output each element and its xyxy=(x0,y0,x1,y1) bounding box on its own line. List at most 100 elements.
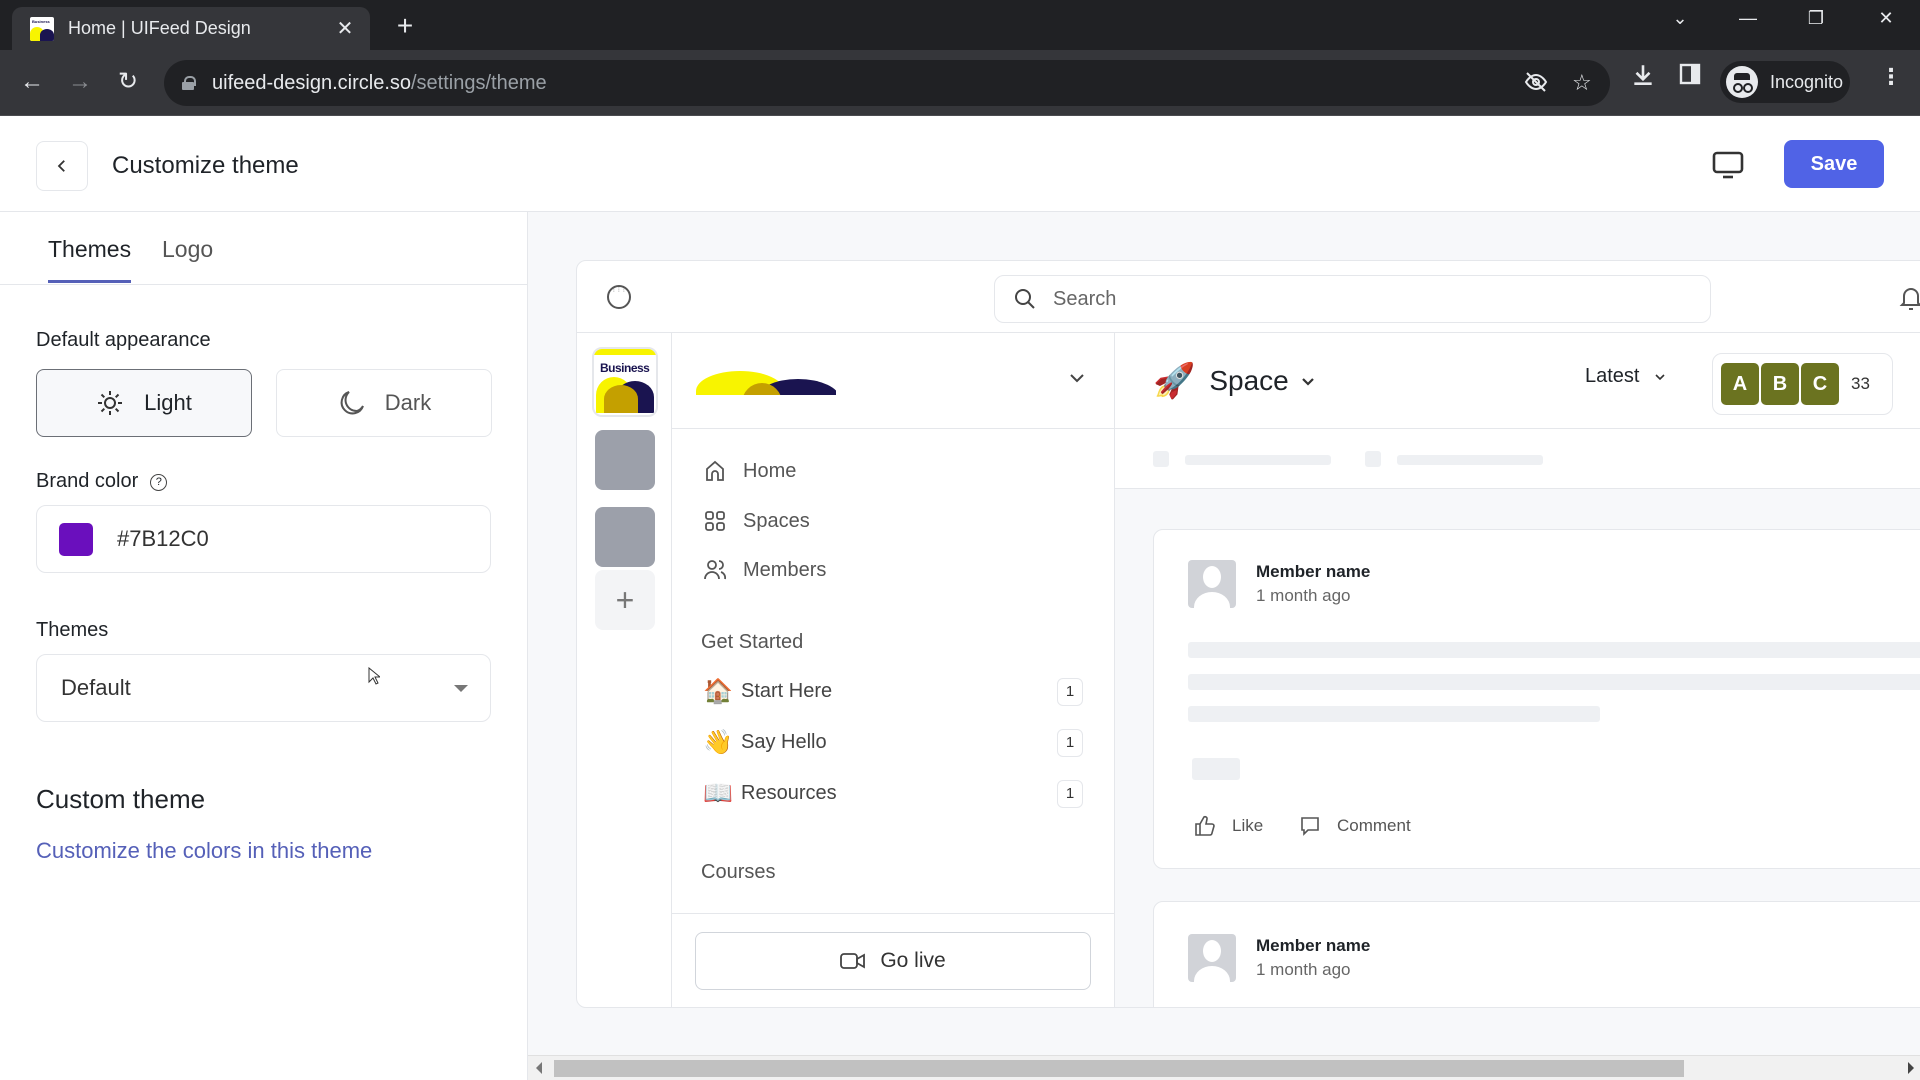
lock-icon xyxy=(182,76,196,90)
new-tab-button[interactable]: + xyxy=(390,10,420,42)
post-time: 1 month ago xyxy=(1256,960,1351,979)
brand-color-field[interactable]: #7B12C0 xyxy=(36,505,491,573)
sort-dropdown[interactable]: Latest xyxy=(1585,365,1667,388)
grid-icon xyxy=(705,511,725,531)
browser-toolbar: ← → ↻ uifeed-design.circle.so/settings/t… xyxy=(0,50,1920,116)
scroll-right-arrow-icon[interactable] xyxy=(1908,1062,1914,1074)
unread-count: 1 xyxy=(1057,677,1083,706)
tab-logo[interactable]: Logo xyxy=(162,236,213,280)
url-text: uifeed-design.circle.so/settings/theme xyxy=(212,71,547,94)
preview-feed: 🚀 Space Latest A B C 33 Member name 1 mo… xyxy=(1115,333,1920,1007)
eye-off-icon[interactable] xyxy=(1524,70,1548,100)
home-icon xyxy=(706,460,724,481)
browser-menu-icon[interactable]: ⋮ xyxy=(1880,64,1902,90)
community-placeholder[interactable] xyxy=(595,430,655,490)
incognito-label: Incognito xyxy=(1770,71,1844,92)
search-placeholder: Search xyxy=(1053,287,1117,310)
skeleton-line xyxy=(1188,706,1600,722)
comment-button[interactable]: Comment xyxy=(1299,815,1411,837)
brand-logo[interactable] xyxy=(696,371,836,395)
dark-mode-button[interactable]: Dark xyxy=(276,369,492,437)
community-rail: Business + xyxy=(577,333,672,1007)
chevron-down-icon xyxy=(1301,378,1314,386)
theme-preview: Search Business + Home xyxy=(528,212,1920,1080)
post-card[interactable]: Member name 1 month ago xyxy=(1153,901,1920,1007)
horizontal-scrollbar[interactable] xyxy=(528,1055,1920,1080)
members-avatars[interactable]: A B C 33 xyxy=(1712,353,1893,415)
tab-search-icon[interactable]: ⌄ xyxy=(1660,8,1700,29)
back-icon[interactable]: ← xyxy=(14,64,50,100)
themes-select[interactable]: Default xyxy=(36,654,491,722)
default-appearance-label: Default appearance xyxy=(36,329,211,351)
minimize-button[interactable]: — xyxy=(1728,8,1768,29)
browser-tab[interactable]: Business Home | UIFeed Design ✕ xyxy=(12,7,370,50)
chevron-down-icon[interactable] xyxy=(1068,369,1086,387)
bell-icon[interactable] xyxy=(1899,285,1920,311)
house-icon: 🏠 xyxy=(703,678,733,705)
space-title-dropdown[interactable]: 🚀 Space xyxy=(1153,361,1317,401)
favicon-text: Business xyxy=(32,18,50,24)
forward-icon[interactable]: → xyxy=(62,64,98,100)
desktop-preview-icon[interactable] xyxy=(1710,147,1746,183)
emoji-icon[interactable] xyxy=(607,285,631,309)
bookmark-star-icon[interactable]: ☆ xyxy=(1572,70,1592,96)
brand-color-swatch[interactable] xyxy=(59,522,93,556)
space-item-start-here[interactable]: 🏠 Start Here 1 xyxy=(703,677,1083,706)
restore-button[interactable]: ❐ xyxy=(1796,8,1836,29)
go-live-button[interactable]: Go live xyxy=(695,932,1091,990)
close-tab-icon[interactable]: ✕ xyxy=(330,16,360,41)
add-community-button[interactable]: + xyxy=(595,570,655,630)
app-header: Customize theme Save xyxy=(0,117,1920,212)
community-preview-frame: Search Business + Home xyxy=(576,260,1920,1008)
community-placeholder[interactable] xyxy=(595,507,655,567)
side-panel-icon[interactable] xyxy=(1678,62,1702,92)
brand-color-label: Brand color? xyxy=(36,470,168,493)
skeleton-line xyxy=(1188,642,1920,658)
preview-search-input[interactable]: Search xyxy=(994,275,1711,323)
nav-spaces[interactable]: Spaces xyxy=(703,509,810,533)
incognito-profile-button[interactable]: Incognito xyxy=(1720,61,1850,103)
scroll-left-arrow-icon[interactable] xyxy=(536,1062,542,1074)
avatar: B xyxy=(1761,363,1799,405)
favicon-icon: Business xyxy=(30,16,54,41)
close-window-button[interactable]: ✕ xyxy=(1866,8,1906,29)
community-logo[interactable]: Business xyxy=(592,347,658,417)
group-label-courses[interactable]: Courses xyxy=(701,861,775,884)
back-button[interactable] xyxy=(36,141,88,191)
custom-theme-title: Custom theme xyxy=(36,784,206,814)
member-count: 33 xyxy=(1851,374,1870,393)
browser-tab-bar: Business Home | UIFeed Design ✕ + ⌄ — ❐ … xyxy=(0,0,1920,50)
light-label: Light xyxy=(144,390,192,415)
address-bar[interactable]: uifeed-design.circle.so/settings/theme ☆ xyxy=(164,60,1610,106)
customize-colors-link[interactable]: Customize the colors in this theme xyxy=(36,838,372,864)
tab-title: Home | UIFeed Design xyxy=(68,18,251,38)
avatar: A xyxy=(1721,363,1759,405)
rocket-icon: 🚀 xyxy=(1153,362,1196,400)
scrollbar-thumb[interactable] xyxy=(554,1060,1684,1077)
post-author[interactable]: Member name xyxy=(1256,936,1370,956)
avatar: C xyxy=(1801,363,1839,405)
tab-themes[interactable]: Themes xyxy=(48,236,132,283)
comment-icon xyxy=(1301,817,1319,836)
search-icon xyxy=(1015,289,1035,309)
nav-members[interactable]: Members xyxy=(703,558,826,582)
space-item-say-hello[interactable]: 👋 Say Hello 1 xyxy=(703,728,1083,757)
reload-icon[interactable]: ↻ xyxy=(110,64,146,100)
download-icon[interactable] xyxy=(1630,62,1656,94)
save-button[interactable]: Save xyxy=(1784,140,1884,188)
dark-label: Dark xyxy=(384,390,432,415)
post-author[interactable]: Member name xyxy=(1256,562,1370,582)
page-title: Customize theme xyxy=(112,152,299,179)
help-icon[interactable]: ? xyxy=(150,473,168,491)
settings-tabs: Themes Logo xyxy=(0,212,527,285)
sun-icon xyxy=(98,391,123,415)
nav-home[interactable]: Home xyxy=(703,459,796,483)
group-label-get-started: Get Started xyxy=(701,631,804,653)
post-card[interactable]: Member name 1 month ago Like Comment xyxy=(1153,529,1920,869)
light-mode-button[interactable]: Light xyxy=(36,369,252,437)
thumbs-up-icon xyxy=(1195,815,1215,836)
like-button[interactable]: Like xyxy=(1194,815,1263,837)
brand-color-value[interactable]: #7B12C0 xyxy=(117,526,209,552)
incognito-icon xyxy=(1726,66,1758,98)
space-item-resources[interactable]: 📖 Resources 1 xyxy=(703,779,1083,808)
